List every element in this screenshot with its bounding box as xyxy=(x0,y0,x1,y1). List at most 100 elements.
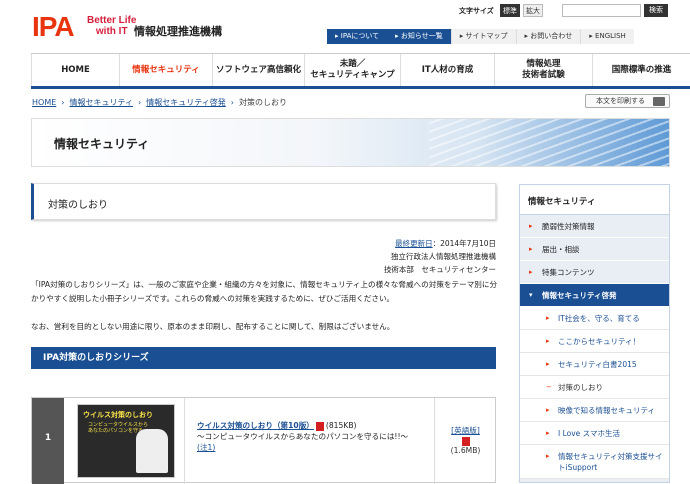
breadcrumb-home[interactable]: HOME xyxy=(32,98,56,107)
updated-label[interactable]: 最終更新日 xyxy=(395,239,433,248)
sidebar-subitem-whitepaper[interactable]: ▸ セキュリティ白書2015 xyxy=(520,353,669,376)
ipa-logo[interactable]: IPA Better Life with IT 情報処理推進機構 xyxy=(32,11,222,42)
thumbnail-cell: ウイルス対策のしおり コンピュータウイルスから あなたのパソコンを守る xyxy=(64,398,185,484)
gnav-software[interactable]: ソフトウェア高信頼化 xyxy=(212,54,304,86)
meta-org: 独立行政法人情報処理推進機構 xyxy=(391,252,496,261)
thumbnail-figure xyxy=(136,429,168,473)
subnav-about-label: IPAについて xyxy=(340,32,380,40)
breadcrumb-sep-icon: › xyxy=(138,98,142,107)
sidebar-subitem-label: 情報セキュリティ対策支援サイトiSupport xyxy=(558,452,663,472)
utility-nav: ▸ IPAについて ▸ お知らせ一覧 ▸ サイトマップ ▸ お問い合わせ ▸ E… xyxy=(327,29,634,44)
sidebar-item-label: 情報セキュリティ啓発 xyxy=(542,291,617,300)
chevron-right-icon: ▸ xyxy=(546,452,550,460)
chevron-right-icon: ▸ xyxy=(529,245,533,253)
chevron-down-icon: ▾ xyxy=(529,291,533,299)
sidebar-item-label: 特集コンテンツ xyxy=(542,268,595,277)
english-version-size: (1.6MB) xyxy=(450,446,481,455)
sidebar-subitem-smartphone[interactable]: ▸ I Love スマホ生活 xyxy=(520,422,669,445)
subnav-news-label: お知らせ一覧 xyxy=(400,32,443,40)
note-link[interactable]: (注1) xyxy=(197,443,215,452)
sidebar-subitem-label: IT社会を、守る、育てる xyxy=(558,314,640,323)
sidebar-item-label: 脆弱性対策情報 xyxy=(542,222,595,231)
sidebar-heading: 情報セキュリティ xyxy=(520,185,669,215)
category-banner: 情報セキュリティ xyxy=(31,118,670,167)
subnav-contact-label: お問い合わせ xyxy=(530,32,573,40)
subnav-contact[interactable]: ▸ お問い合わせ xyxy=(515,29,581,44)
page-title: 対策のしおり xyxy=(31,183,496,220)
sidebar-subitem-shiori[interactable]: − 対策のしおり xyxy=(520,376,669,399)
sidebar-subitem-label: I Love スマホ生活 xyxy=(558,429,620,438)
sidebar-subitem-start[interactable]: ▸ ここからセキュリティ！ xyxy=(520,330,669,353)
subnav-english[interactable]: ▸ ENGLISH xyxy=(580,29,634,44)
site-header: IPA Better Life with IT 情報処理推進機構 文字サイズ 標… xyxy=(0,0,690,54)
print-label: 本文を印刷する xyxy=(596,97,645,105)
sidebar-subitem-label: 対策のしおり xyxy=(558,383,603,392)
subnav-english-label: ENGLISH xyxy=(595,32,626,40)
chevron-right-icon: ▸ xyxy=(546,429,550,437)
booklet-thumbnail[interactable]: ウイルス対策のしおり コンピュータウイルスから あなたのパソコンを守る xyxy=(77,404,175,478)
breadcrumb-current: 対策のしおり xyxy=(238,98,287,107)
chevron-right-icon: ▸ xyxy=(546,337,550,345)
row-number: 1 xyxy=(32,398,64,484)
search-input[interactable] xyxy=(562,4,641,17)
pdf-icon xyxy=(461,436,470,446)
gnav-security[interactable]: 情報セキュリティ xyxy=(119,54,212,86)
subnav-about[interactable]: ▸ IPAについて xyxy=(327,29,388,44)
logo-slogan: Better Life with IT xyxy=(87,15,137,37)
sidebar-item-vuln[interactable]: ▸ 脆弱性対策情報 xyxy=(520,215,669,238)
subnav-news[interactable]: ▸ お知らせ一覧 xyxy=(387,29,451,44)
font-standard-button[interactable]: 標準 xyxy=(500,4,520,17)
sidebar-subitem-it-society[interactable]: ▸ IT社会を、守る、育てる xyxy=(520,307,669,330)
booklet-link[interactable]: ウイルス対策のしおり（第10版） xyxy=(197,421,314,430)
gnav-home[interactable]: HOME xyxy=(31,54,119,86)
sidebar-subitem-label: セキュリティ白書2015 xyxy=(558,360,637,369)
gnav-standards[interactable]: 国際標準の推進 xyxy=(592,54,690,86)
chevron-right-icon: ▸ xyxy=(529,222,533,230)
sidebar-subitem-isupport[interactable]: ▸ 情報セキュリティ対策支援サイトiSupport xyxy=(520,445,669,479)
intro-paragraph: 「IPA対策のしおりシリーズ」は、一般のご家庭や企業・組織の方々を対象に、情報セ… xyxy=(31,280,498,303)
pdf-icon xyxy=(315,421,324,431)
breadcrumb-sep-icon: › xyxy=(61,98,65,107)
sidebar-subitem-label: 映像で知る情報セキュリティ xyxy=(558,406,656,415)
sidebar-item-report[interactable]: ▸ 届出・相談 xyxy=(520,238,669,261)
print-button[interactable]: 本文を印刷する xyxy=(585,94,670,108)
search-button[interactable]: 検索 xyxy=(644,4,668,17)
booklet-description: ウイルス対策のしおり（第10版） (815KB) ～コンピュータウイルスからあなた… xyxy=(197,420,432,453)
chevron-right-icon: ▸ xyxy=(546,314,550,322)
table-row: 1 ウイルス対策のしおり コンピュータウイルスから あなたのパソコンを守る ウイ… xyxy=(31,397,496,484)
sidebar-item-features[interactable]: ▸ 特集コンテンツ xyxy=(520,261,669,284)
updated-line: 最終更新日：2014年7月10日 xyxy=(250,237,496,250)
logo-mark: IPA xyxy=(32,11,75,42)
gnav-mitou[interactable]: 未踏／ セキュリティキャンプ xyxy=(304,54,400,86)
english-version-link[interactable]: [英語版] xyxy=(451,426,480,435)
banner-decoration xyxy=(429,119,669,166)
dash-icon: − xyxy=(546,383,552,391)
page-meta: 最終更新日：2014年7月10日 独立行政法人情報処理推進機構 技術本部 セキュ… xyxy=(250,237,496,276)
gnav-it-human[interactable]: IT人材の育成 xyxy=(400,54,494,86)
section-heading: IPA対策のしおりシリーズ xyxy=(31,347,496,369)
sidebar-item-label: 届出・相談 xyxy=(542,245,580,254)
breadcrumb-awareness[interactable]: 情報セキュリティ啓発 xyxy=(146,98,226,107)
chevron-right-icon: ▸ xyxy=(546,360,550,368)
subnav-sitemap[interactable]: ▸ サイトマップ xyxy=(450,29,516,44)
banner-title: 情報セキュリティ xyxy=(54,137,150,151)
breadcrumb-security[interactable]: 情報セキュリティ xyxy=(69,98,133,107)
chevron-right-icon: ▸ xyxy=(529,268,533,276)
breadcrumb: HOME › 情報セキュリティ › 情報セキュリティ啓発 › 対策のしおり xyxy=(32,97,287,108)
sidebar-item-awareness[interactable]: ▾ 情報セキュリティ啓発 xyxy=(520,284,669,307)
subnav-sitemap-label: サイトマップ xyxy=(465,32,508,40)
updated-date: ：2014年7月10日 xyxy=(432,239,496,248)
global-nav: HOME 情報セキュリティ ソフトウェア高信頼化 未踏／ セキュリティキャンプ … xyxy=(31,53,690,89)
gnav-exam[interactable]: 情報処理 技術者試験 xyxy=(494,54,592,86)
sidebar-subitem-label: ここからセキュリティ！ xyxy=(558,337,641,346)
font-large-button[interactable]: 拡大 xyxy=(523,4,543,17)
font-size-label: 文字サイズ xyxy=(459,7,494,15)
sidebar: 情報セキュリティ ▸ 脆弱性対策情報 ▸ 届出・相談 ▸ 特集コンテンツ ▾ 情報セキュ… xyxy=(519,184,670,483)
thumbnail-title: ウイルス対策のしおり xyxy=(83,411,153,419)
meta-dept: 技術本部 セキュリティセンター xyxy=(383,265,496,274)
chevron-right-icon: ▸ xyxy=(546,406,550,414)
booklet-size: (815KB) xyxy=(325,421,357,430)
sidebar-subitem-video[interactable]: ▸ 映像で知る情報セキュリティ xyxy=(520,399,669,422)
note-paragraph: なお、営利を目的としない用途に限り、原本のまま印刷し、配布することに関して、制限… xyxy=(31,322,395,331)
breadcrumb-sep-icon: › xyxy=(230,98,234,107)
